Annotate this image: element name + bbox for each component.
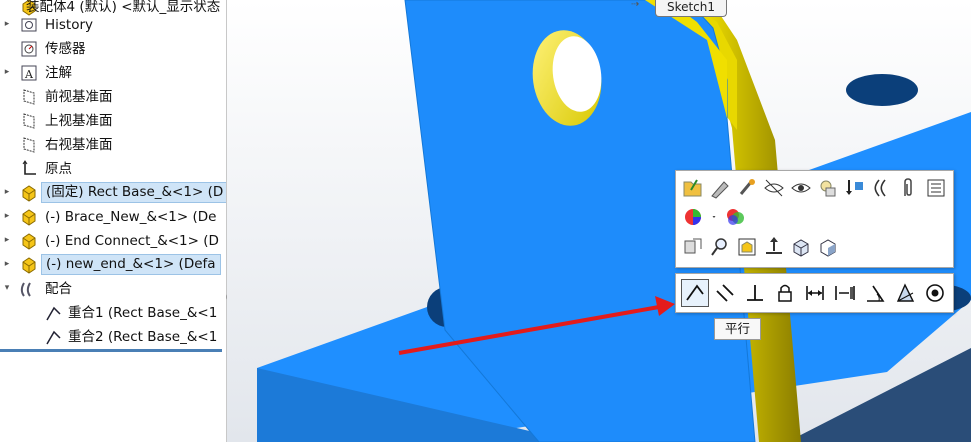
- tree-item[interactable]: 原点: [0, 158, 226, 180]
- lock-mate-icon[interactable]: [771, 279, 799, 307]
- tree-item-label: 上视基准面: [45, 113, 113, 129]
- dropdown-arrow-icon[interactable]: [708, 205, 720, 229]
- coincident-mate-icon: [44, 328, 62, 346]
- part-icon: [20, 184, 38, 202]
- feature-manager-tree: 装配体4 (默认) <默认_显示状态 ▸ History 传感器 ▸ A 注解 前视基准面上…: [0, 0, 227, 442]
- view-selection-icon[interactable]: [735, 235, 759, 259]
- part-icon: [20, 232, 38, 250]
- mate-toolbar: [675, 273, 954, 313]
- plane-icon: [20, 88, 38, 106]
- normal-to-icon[interactable]: [762, 235, 786, 259]
- paperclip-icon[interactable]: [897, 176, 921, 200]
- tree-expand-arrow-icon[interactable]: ⇢: [631, 0, 645, 10]
- tree-item-label: 重合2 (Rect Base_&<1: [68, 329, 218, 345]
- expand-arrow-icon[interactable]: ▸: [2, 210, 12, 222]
- tree-item[interactable]: ▸ (-) new_end_&<1> (Defa: [0, 254, 226, 276]
- tree-item[interactable]: 右视基准面: [0, 134, 226, 156]
- tree-item[interactable]: 重合2 (Rect Base_&<1: [0, 326, 226, 348]
- coincident-mate-icon[interactable]: [711, 279, 739, 307]
- perpendicular-mate-icon[interactable]: [741, 279, 769, 307]
- tree-item[interactable]: ▸ (-) End Connect_&<1> (D: [0, 230, 226, 252]
- tree-item-label: 传感器: [45, 41, 86, 57]
- tree-item-label: (固定) Rect Base_&<1> (D: [41, 182, 226, 203]
- expand-arrow-icon[interactable]: ▸: [2, 18, 12, 30]
- tree-item-label: (-) new_end_&<1> (Defa: [41, 254, 221, 275]
- tree-item[interactable]: 前视基准面: [0, 86, 226, 108]
- tree-rollback-bar[interactable]: [0, 349, 222, 352]
- change-transparency-icon[interactable]: [789, 176, 813, 200]
- tooltip: 平行: [714, 318, 761, 340]
- hide-icon[interactable]: [762, 176, 786, 200]
- tree-item[interactable]: 传感器: [0, 38, 226, 60]
- expand-arrow-icon[interactable]: ▸: [2, 186, 12, 198]
- move-component-icon[interactable]: [681, 235, 705, 259]
- appearance-edit-icon[interactable]: [723, 205, 747, 229]
- tree-item-label: 注解: [45, 65, 72, 81]
- mates-folder-icon: [20, 280, 38, 298]
- tree-item[interactable]: ▸ History: [0, 14, 226, 36]
- context-toolbar: [675, 170, 954, 268]
- expand-arrow-icon[interactable]: ▸: [2, 258, 12, 270]
- svg-text:A: A: [24, 68, 34, 81]
- insert-component-icon[interactable]: [843, 176, 867, 200]
- distance-mate-icon[interactable]: [801, 279, 829, 307]
- profile-center-mate-icon[interactable]: [891, 279, 919, 307]
- mate-icon[interactable]: [870, 176, 894, 200]
- plane-icon: [20, 112, 38, 130]
- tree-item-label: 右视基准面: [45, 137, 113, 153]
- tree-item[interactable]: 上视基准面: [0, 110, 226, 132]
- tree-item-label: 重合1 (Rect Base_&<1: [68, 305, 218, 321]
- part-icon: [20, 208, 38, 226]
- angle-mate-icon[interactable]: [861, 279, 889, 307]
- history-icon: [20, 16, 38, 34]
- annotation-icon: A: [20, 64, 38, 82]
- open-part-icon[interactable]: [681, 176, 705, 200]
- base-hole: [846, 74, 918, 106]
- tree-item-label: (-) Brace_New_&<1> (De: [45, 209, 217, 225]
- coincident-mate-icon: [44, 304, 62, 322]
- tree-item-label: 原点: [45, 161, 72, 177]
- appearance-icon[interactable]: [735, 176, 759, 200]
- expand-arrow-icon[interactable]: ▸: [2, 234, 12, 246]
- parallel-mate-icon[interactable]: [681, 279, 709, 307]
- properties-icon[interactable]: [924, 176, 948, 200]
- tree-item[interactable]: ▸ (固定) Rect Base_&<1> (D: [0, 182, 226, 204]
- color-wheel-icon[interactable]: [681, 205, 705, 229]
- tree-item-label: 配合: [45, 281, 72, 297]
- sensor-icon: [20, 40, 38, 58]
- plane-icon: [20, 136, 38, 154]
- tree-item[interactable]: ▸ A 注解: [0, 62, 226, 84]
- origin-icon: [20, 160, 38, 178]
- sketch-tag[interactable]: Sketch1: [655, 0, 727, 17]
- part-icon: [20, 256, 38, 274]
- tree-item[interactable]: 重合1 (Rect Base_&<1: [0, 302, 226, 324]
- isolate-icon[interactable]: [816, 176, 840, 200]
- tree-item-label: 前视基准面: [45, 89, 113, 105]
- zoom-to-selection-icon[interactable]: [708, 235, 732, 259]
- concentric-mate-icon[interactable]: [921, 279, 949, 307]
- tree-item-label: History: [45, 17, 94, 33]
- width-mate-icon[interactable]: [831, 279, 859, 307]
- collapse-arrow-icon[interactable]: ▾: [2, 282, 12, 294]
- tree-item[interactable]: ▸ (-) Brace_New_&<1> (De: [0, 206, 226, 228]
- tree-item[interactable]: ▾ 配合: [0, 278, 226, 300]
- section-view-icon[interactable]: [816, 235, 840, 259]
- tree-item-label: (-) End Connect_&<1> (D: [45, 233, 219, 249]
- expand-arrow-icon[interactable]: ▸: [2, 66, 12, 78]
- box-view-icon[interactable]: [789, 235, 813, 259]
- edit-part-icon[interactable]: [708, 176, 732, 200]
